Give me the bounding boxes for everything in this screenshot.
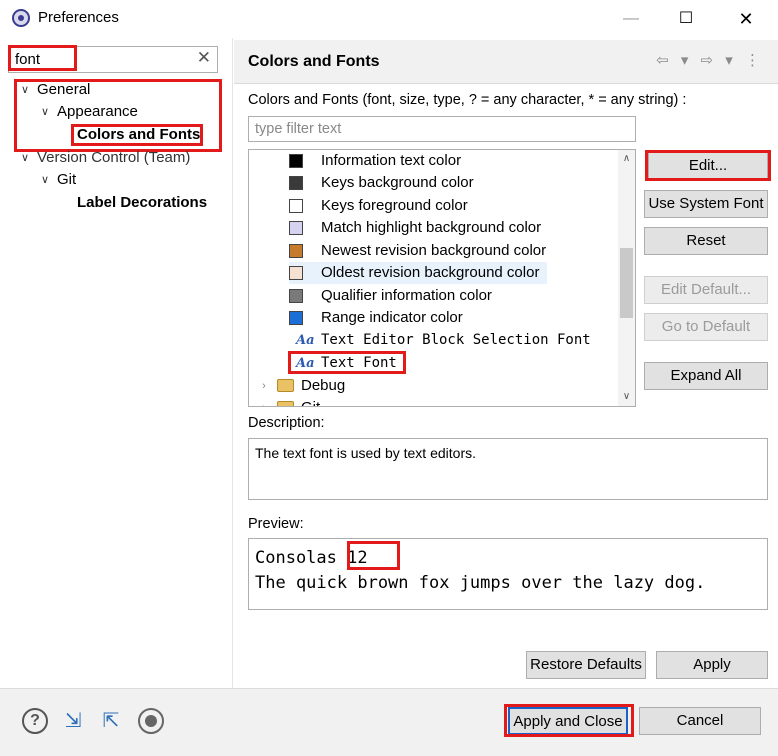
- close-button[interactable]: ✕: [731, 6, 761, 32]
- list-item[interactable]: Oldest revision background color: [289, 262, 547, 284]
- highlight-apply-and-close: [504, 704, 634, 737]
- restore-defaults-button[interactable]: Restore Defaults: [526, 651, 646, 679]
- filter-input[interactable]: type filter text: [248, 116, 636, 142]
- list-item-label: Qualifier information color: [321, 287, 492, 304]
- color-swatch-icon: [289, 289, 303, 303]
- record-icon[interactable]: [138, 708, 164, 734]
- chevron-right-icon[interactable]: ›: [257, 397, 271, 406]
- highlight-edit-button: [645, 150, 771, 181]
- folder-icon: [277, 379, 294, 392]
- eclipse-app-icon: [12, 9, 30, 27]
- preview-label: Preview:: [248, 516, 304, 532]
- list-item[interactable]: Match highlight background color: [289, 217, 609, 239]
- color-swatch-icon: [289, 311, 303, 325]
- page-title: Colors and Fonts: [248, 53, 380, 70]
- list-item-label: Match highlight background color: [321, 219, 542, 236]
- list-item[interactable]: Qualifier information color: [289, 285, 609, 307]
- expand-all-button[interactable]: Expand All: [644, 362, 768, 390]
- description-label: Description:: [248, 415, 325, 431]
- apply-button[interactable]: Apply: [656, 651, 768, 679]
- list-item[interactable]: Range indicator color: [289, 307, 609, 329]
- tree-item-label: Version Control (Team): [37, 149, 191, 166]
- font-icon: Aa: [296, 333, 315, 348]
- color-swatch-icon: [289, 176, 303, 190]
- highlight-search: [8, 45, 77, 71]
- color-swatch-icon: [289, 266, 303, 280]
- window-title: Preferences: [38, 9, 119, 26]
- go-to-default-button[interactable]: Go to Default: [644, 313, 768, 341]
- color-swatch-icon: [289, 244, 303, 258]
- list-item-label: Newest revision background color: [321, 242, 547, 259]
- import-icon[interactable]: ⇲: [60, 708, 86, 734]
- title-bar: Preferences — ☐ ✕: [0, 0, 778, 36]
- preview-font-name: Consolas: [255, 548, 337, 568]
- minimize-button[interactable]: —: [616, 6, 646, 32]
- list-item-category[interactable]: › Debug: [257, 375, 557, 397]
- color-swatch-icon: [289, 154, 303, 168]
- tree-item-label: Label Decorations: [77, 194, 208, 211]
- maximize-button[interactable]: ☐: [671, 6, 701, 32]
- description-text: The text font is used by text editors.: [255, 445, 476, 461]
- list-item[interactable]: Newest revision background color: [289, 240, 609, 262]
- highlight-font-size: [347, 541, 400, 570]
- list-item[interactable]: Information text color: [289, 150, 609, 172]
- list-item-label: Git: [301, 397, 320, 406]
- list-item-label: Range indicator color: [321, 309, 463, 326]
- list-item[interactable]: Keys foreground color: [289, 195, 609, 217]
- help-icon[interactable]: ?: [22, 708, 48, 734]
- tree-item-label-decorations[interactable]: Label Decorations: [77, 192, 207, 214]
- reset-button[interactable]: Reset: [644, 227, 768, 255]
- color-swatch-icon: [289, 199, 303, 213]
- history-nav-icon[interactable]: ⇦ ▾ ⇨ ▾ ⋮: [656, 51, 764, 69]
- color-swatch-icon: [289, 221, 303, 235]
- cancel-button[interactable]: Cancel: [639, 707, 761, 735]
- list-item[interactable]: Keys background color: [289, 172, 609, 194]
- chevron-right-icon[interactable]: ›: [257, 375, 271, 397]
- preview-sample-text: The quick brown fox jumps over the lazy …: [255, 573, 706, 593]
- page-description: Colors and Fonts (font, size, type, ? = …: [248, 92, 687, 108]
- filter-placeholder: type filter text: [255, 121, 342, 137]
- highlight-text-font: [288, 351, 406, 374]
- list-item-label: Text Editor Block Selection Font: [321, 332, 591, 348]
- scroll-up-icon[interactable]: ∧: [618, 150, 635, 167]
- tree-item-label: Git: [57, 171, 77, 188]
- list-item-label: Debug: [301, 377, 346, 394]
- chevron-down-icon[interactable]: ∨: [18, 147, 32, 169]
- export-icon[interactable]: ⇱: [98, 708, 124, 734]
- scroll-thumb[interactable]: [620, 248, 633, 318]
- highlight-tree-general: [14, 79, 222, 152]
- description-box: The text font is used by text editors.: [248, 438, 768, 500]
- list-item-label: Information text color: [321, 152, 462, 169]
- chevron-down-icon[interactable]: ∨: [38, 169, 52, 191]
- edit-default-button[interactable]: Edit Default...: [644, 276, 768, 304]
- page-header: Colors and Fonts ⇦ ▾ ⇨ ▾ ⋮: [234, 40, 778, 84]
- list-item[interactable]: Aa Text Editor Block Selection Font: [289, 329, 619, 351]
- scroll-down-icon[interactable]: ∨: [618, 388, 635, 405]
- list-item-label: Oldest revision background color: [321, 264, 540, 281]
- folder-icon: [277, 401, 294, 406]
- list-item-label: Keys foreground color: [321, 197, 468, 214]
- use-system-font-button[interactable]: Use System Font: [644, 190, 768, 218]
- list-scrollbar[interactable]: ∧ ∨: [618, 150, 635, 406]
- list-item-label: Keys background color: [321, 174, 474, 191]
- clear-search-icon[interactable]: ✕: [197, 48, 211, 68]
- list-item-category[interactable]: › Git: [257, 397, 557, 406]
- preview-box: Consolas 12 The quick brown fox jumps ov…: [248, 538, 768, 610]
